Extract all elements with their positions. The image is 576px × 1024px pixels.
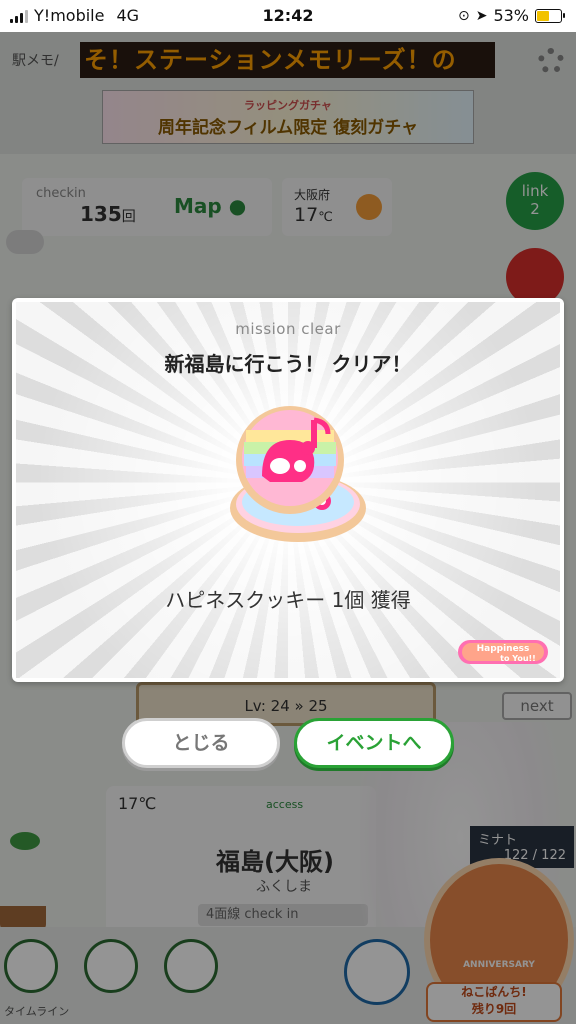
location-icon: ➤	[475, 7, 488, 24]
status-right: ⊙ ➤ 53%	[457, 6, 565, 25]
go-to-event-button[interactable]: イベントへ	[294, 718, 454, 768]
mission-subtitle: mission clear	[235, 320, 341, 338]
happiness-logo-icon: Happiness to You!!	[458, 640, 548, 664]
svg-text:Happiness: Happiness	[477, 644, 530, 654]
close-button[interactable]: とじる	[122, 718, 280, 768]
status-bar: Y!mobile 4G 12:42 ⊙ ➤ 53%	[0, 0, 576, 32]
mission-clear-dialog: mission clear 新福島に行こう！ クリア！ ハピネスクッキー 1個 …	[12, 298, 564, 682]
battery-percent: 53%	[493, 6, 529, 25]
reward-text: ハピネスクッキー 1個 獲得	[165, 588, 411, 612]
rotation-lock-icon: ⊙	[457, 7, 470, 24]
mission-title: 新福島に行こう！ クリア！	[164, 352, 412, 376]
svg-text:to You!!: to You!!	[500, 654, 536, 663]
battery-icon	[535, 8, 565, 23]
happiness-cookie-icon	[230, 406, 366, 542]
